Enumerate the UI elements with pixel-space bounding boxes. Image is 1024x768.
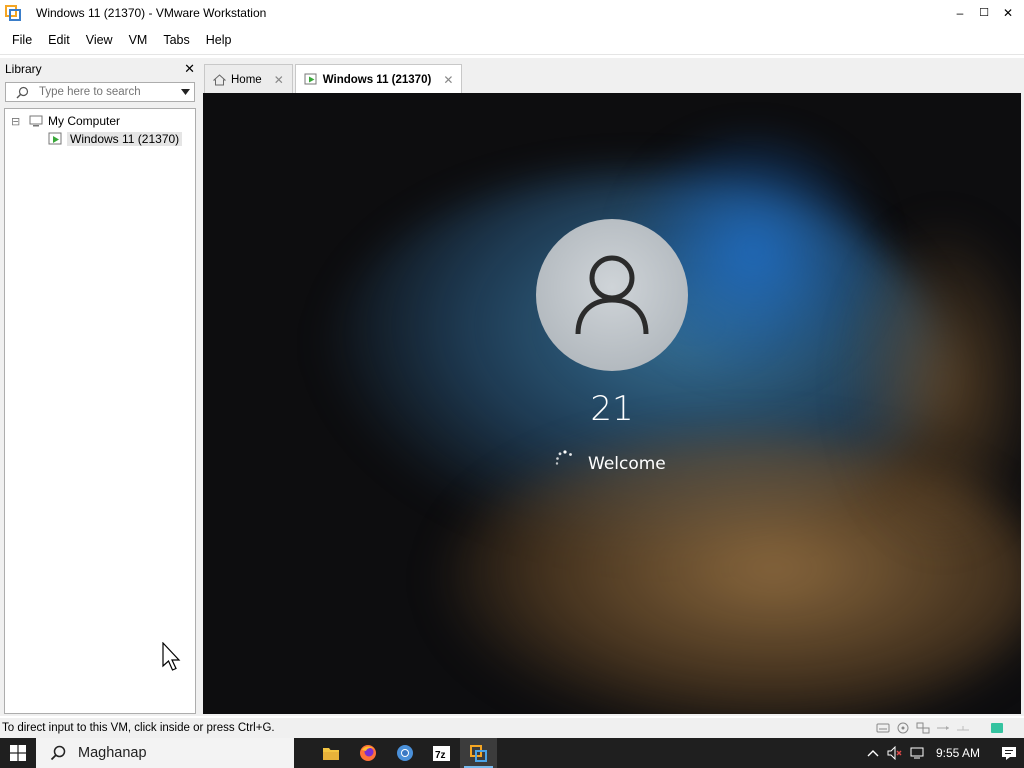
status-bar: To direct input to this VM, click inside… [0,718,1024,738]
menu-file[interactable]: File [4,33,40,47]
maximize-button[interactable]: ☐ [972,0,996,25]
taskbar: Maghanap 7z 9:55 AM [0,738,1024,768]
tree-item-label: My Computer [48,114,121,128]
menu-bar: File Edit View VM Tabs Help [0,25,1024,55]
volume-button[interactable] [884,738,906,768]
content-area: Home ✕ Windows 11 (21370) ✕ 21 Welcome [200,58,1024,716]
tab-close-icon[interactable]: ✕ [274,73,284,87]
file-explorer-icon [322,747,339,760]
tab-close-icon[interactable]: ✕ [443,73,453,87]
library-search-input[interactable] [39,86,179,98]
menu-edit[interactable]: Edit [40,33,78,47]
taskbar-chrome[interactable] [386,738,423,768]
7zip-icon: 7z [433,745,450,761]
taskbar-clock[interactable]: 9:55 AM [928,746,994,760]
computer-icon [29,115,43,127]
taskbar-search-text: Maghanap [78,745,147,761]
search-icon [16,86,29,99]
user-icon [575,255,649,335]
vmware-app-icon [5,4,21,21]
notification-icon [1002,746,1016,760]
device-icons [876,722,1024,734]
windows-logo-icon [10,745,26,761]
tab-label: Home [231,73,262,86]
tree-item-my-computer[interactable]: ⊟ My Computer [11,112,120,130]
close-button[interactable]: ✕ [996,0,1020,25]
search-icon [50,745,66,761]
vm-running-icon [304,73,318,86]
taskbar-file-explorer[interactable] [312,738,349,768]
chrome-icon [396,745,413,761]
menu-view[interactable]: View [78,33,121,47]
taskbar-apps: 7z [312,738,497,768]
window-title: Windows 11 (21370) - VMware Workstation [36,5,267,20]
chevron-up-icon [867,750,879,757]
library-close-button[interactable]: ✕ [184,61,195,77]
collapse-toggle-icon[interactable]: ⊟ [11,115,23,128]
sound-card-icon[interactable] [956,722,970,734]
show-hidden-icons-button[interactable] [862,738,884,768]
start-button[interactable] [0,738,36,768]
menu-tabs[interactable]: Tabs [155,33,197,47]
tab-strip: Home ✕ Windows 11 (21370) ✕ [204,64,464,94]
loading-spinner-icon [555,450,572,465]
svg-text:7z: 7z [435,750,446,761]
menu-help[interactable]: Help [198,33,240,47]
vmware-icon [470,744,487,762]
vm-welcome-text: Welcome [588,454,666,474]
home-icon [213,73,226,86]
user-avatar[interactable] [536,219,688,371]
title-bar: Windows 11 (21370) - VMware Workstation … [0,0,1024,25]
vm-user-name: 21 [590,389,634,429]
taskbar-search-box[interactable]: Maghanap [36,738,294,768]
usb-icon[interactable] [936,722,950,734]
vm-message-icon[interactable] [990,722,1004,734]
minimize-button[interactable]: – [948,0,972,25]
tab-label: Windows 11 (21370) [322,73,432,86]
tab-vm[interactable]: Windows 11 (21370) ✕ [294,64,463,94]
cd-dvd-icon[interactable] [896,722,910,734]
library-search[interactable] [5,82,195,102]
search-dropdown-icon[interactable] [181,89,190,95]
tree-item-label: Windows 11 (21370) [67,132,183,146]
tree-item-vm[interactable]: Windows 11 (21370) [48,130,183,148]
library-panel: Library ✕ ⊟ My Computer Windows 11 (2137… [0,58,200,716]
vm-display[interactable]: 21 Welcome [203,93,1021,714]
tab-home[interactable]: Home ✕ [204,64,293,94]
system-tray: 9:55 AM [862,738,1024,768]
network-button[interactable] [906,738,928,768]
taskbar-firefox[interactable] [349,738,386,768]
menu-vm[interactable]: VM [121,33,156,47]
mouse-cursor-icon [162,642,181,671]
library-title: Library [5,62,42,76]
firefox-icon [359,745,376,761]
network-icon [910,747,924,759]
taskbar-vmware[interactable] [460,738,497,768]
library-tree: ⊟ My Computer Windows 11 (21370) [4,108,196,714]
taskbar-7zip[interactable]: 7z [423,738,460,768]
status-text: To direct input to this VM, click inside… [2,722,275,734]
notification-center-button[interactable] [994,746,1024,761]
vm-running-icon [48,132,63,146]
hard-disk-icon[interactable] [876,722,890,734]
library-header: Library ✕ [0,58,200,80]
volume-muted-icon [887,746,902,760]
network-adapter-icon[interactable] [916,722,930,734]
